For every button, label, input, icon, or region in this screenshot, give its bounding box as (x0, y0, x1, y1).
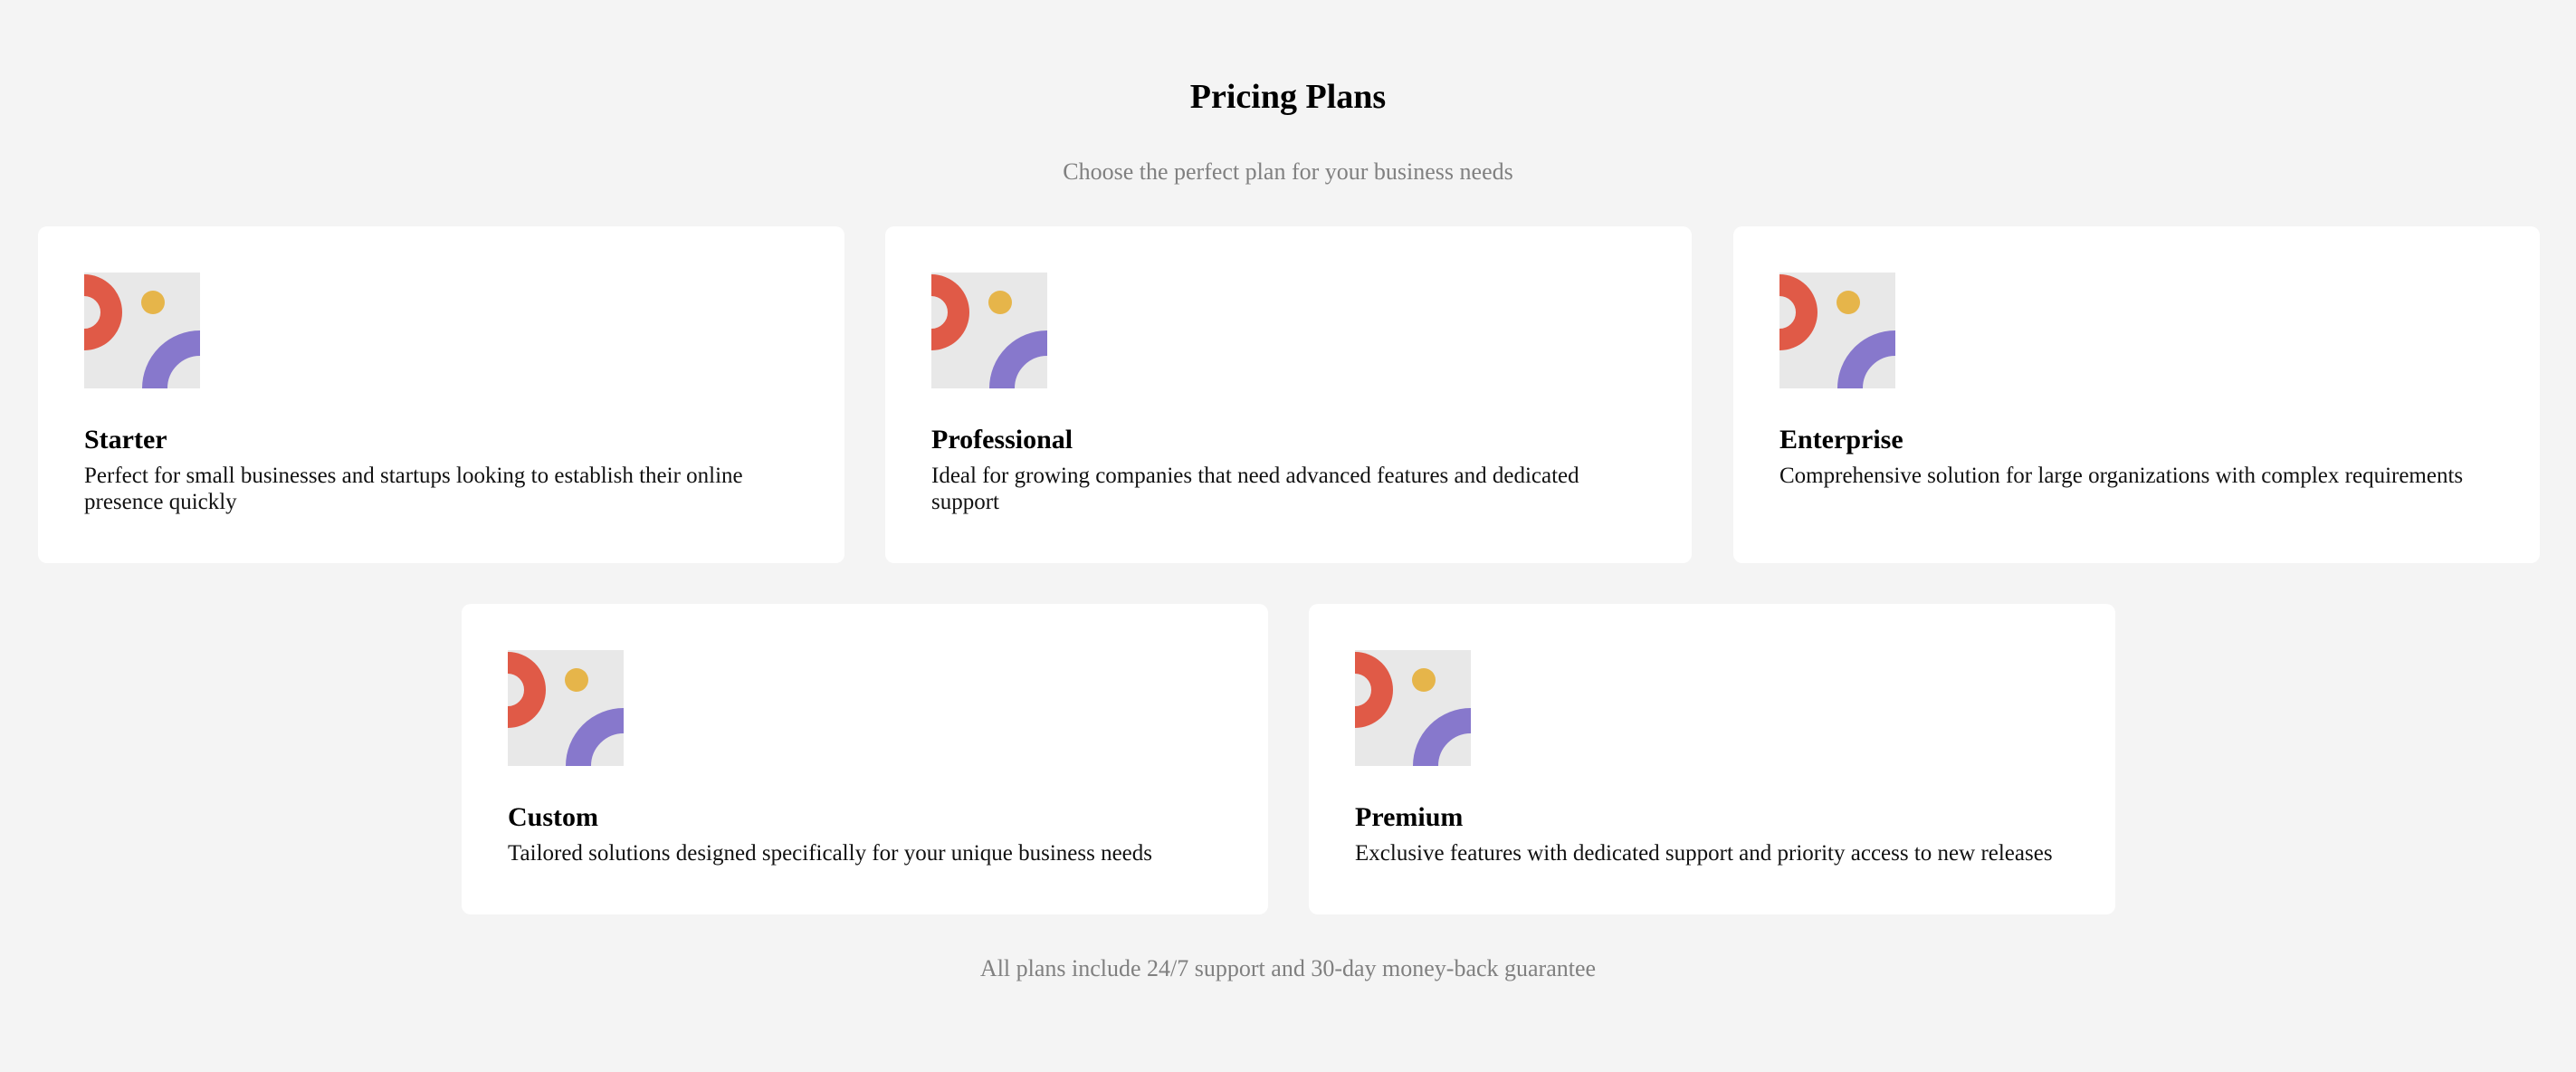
plan-name: Enterprise (1779, 425, 1903, 455)
plan-description: Tailored solutions designed specifically… (508, 841, 1152, 866)
plan-description: Exclusive features with dedicated suppor… (1355, 841, 2053, 866)
footer-note: All plans include 24/7 support and 30-da… (979, 955, 1597, 981)
plans-grid: Starter Perfect for small businesses and… (0, 0, 2576, 1072)
plan-name: Premium (1355, 802, 1464, 832)
plan-description: Ideal for growing companies that need ad… (931, 464, 1579, 514)
plan-description: Perfect for small businesses and startup… (84, 464, 743, 514)
abstract-shapes-image (1779, 273, 1895, 388)
plan-description: Comprehensive solution for large organiz… (1779, 464, 2464, 488)
abstract-shapes-image (508, 650, 624, 766)
plan-name: Starter (84, 425, 167, 455)
plan-card-premium[interactable]: Premium Exclusive features with dedicate… (1309, 604, 2115, 914)
plan-card-enterprise[interactable]: Enterprise Comprehensive solution for la… (1733, 226, 2540, 563)
plan-card-starter[interactable]: Starter Perfect for small businesses and… (38, 226, 844, 563)
abstract-shapes-image (931, 273, 1047, 388)
abstract-shapes-image (1355, 650, 1471, 766)
plan-card-professional[interactable]: Professional Ideal for growing companies… (885, 226, 1692, 563)
plan-name: Custom (508, 802, 599, 832)
plan-name: Professional (931, 425, 1073, 455)
plan-card-custom[interactable]: Custom Tailored solutions designed speci… (462, 604, 1268, 914)
abstract-shapes-image (84, 273, 200, 388)
